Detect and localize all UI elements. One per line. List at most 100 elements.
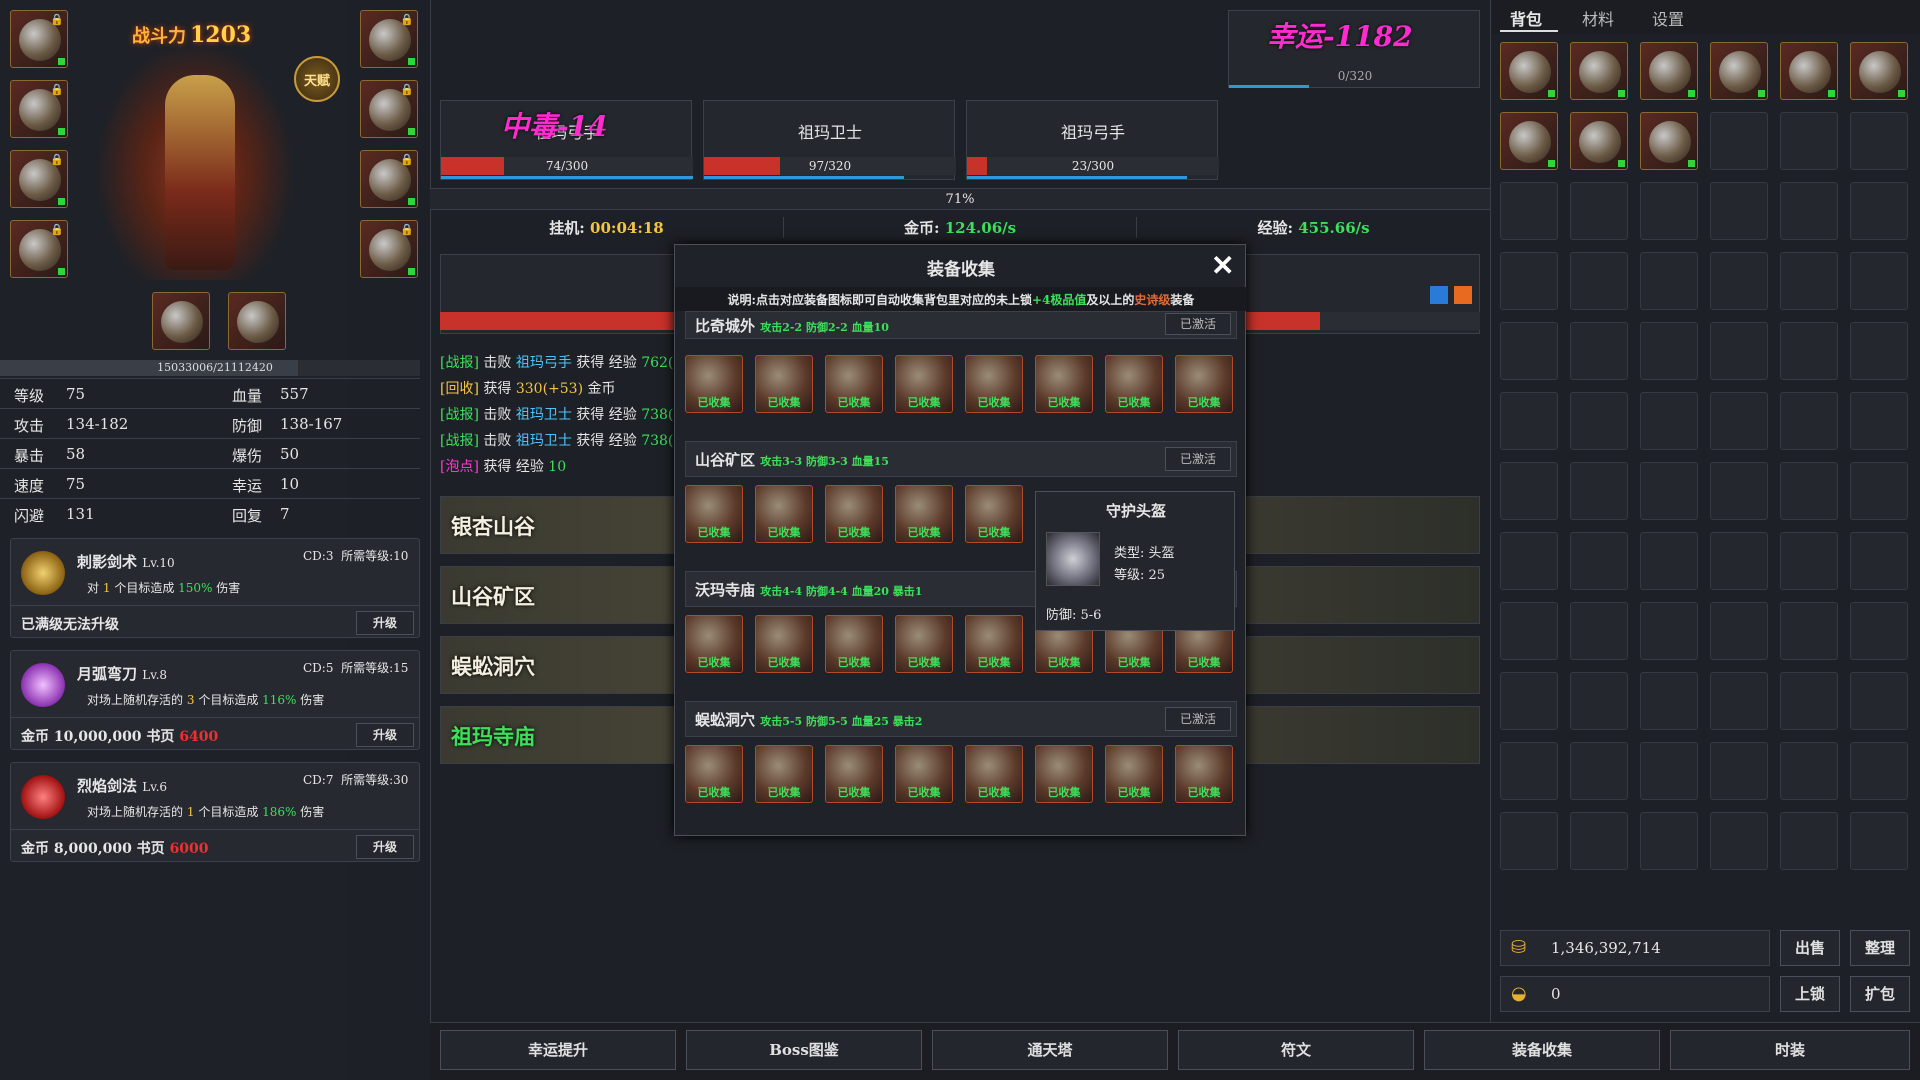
inventory-slot[interactable] [1850, 112, 1908, 170]
inventory-slot[interactable] [1500, 532, 1558, 590]
boss-card[interactable]: 幸运-1182 0/320 [1228, 10, 1480, 88]
inventory-slot[interactable] [1570, 112, 1628, 170]
inventory-slot[interactable] [1640, 42, 1698, 100]
skill-upgrade-button[interactable]: 升级 [356, 835, 414, 859]
inventory-slot[interactable] [1850, 742, 1908, 800]
inventory-slot[interactable] [1500, 812, 1558, 870]
inventory-slot[interactable] [1710, 42, 1768, 100]
collect-item[interactable]: 已收集 [1035, 355, 1093, 413]
skill-upgrade-button[interactable]: 升级 [356, 611, 414, 635]
inventory-slot[interactable] [1640, 252, 1698, 310]
inventory-slot[interactable] [1500, 462, 1558, 520]
expand-button[interactable]: 扩包 [1850, 976, 1910, 1012]
buff-icon[interactable] [1430, 286, 1448, 304]
inventory-slot[interactable] [1850, 532, 1908, 590]
nav-collection-button[interactable]: 装备收集 [1424, 1030, 1660, 1070]
inventory-slot[interactable] [1570, 322, 1628, 380]
inventory-slot[interactable] [1780, 742, 1838, 800]
collect-item[interactable]: 已收集 [685, 615, 743, 673]
collect-item[interactable]: 已收集 [965, 485, 1023, 543]
inventory-slot[interactable] [1500, 602, 1558, 660]
inventory-slot[interactable] [1780, 112, 1838, 170]
collect-item[interactable]: 已收集 [1035, 745, 1093, 803]
inventory-slot[interactable] [1780, 602, 1838, 660]
inventory-slot[interactable] [1500, 742, 1558, 800]
inventory-slot[interactable] [1780, 392, 1838, 450]
inventory-slot[interactable] [1780, 462, 1838, 520]
inventory-slot[interactable] [1640, 322, 1698, 380]
collect-item[interactable]: 已收集 [965, 745, 1023, 803]
collect-item[interactable]: 已收集 [965, 355, 1023, 413]
collect-item[interactable]: 已收集 [895, 485, 953, 543]
equip-necklace-slot[interactable]: 🔒 [360, 80, 418, 138]
inventory-slot[interactable] [1780, 532, 1838, 590]
equip-armor-slot[interactable]: 🔒 [10, 80, 68, 138]
inventory-slot[interactable] [1710, 532, 1768, 590]
inventory-slot[interactable] [1640, 392, 1698, 450]
inventory-slot[interactable] [1850, 672, 1908, 730]
inventory-slot[interactable] [1850, 392, 1908, 450]
inventory-slot[interactable] [1850, 42, 1908, 100]
inventory-slot[interactable] [1710, 462, 1768, 520]
inventory-slot[interactable] [1780, 322, 1838, 380]
inventory-slot[interactable] [1500, 42, 1558, 100]
nav-boss-button[interactable]: Boss图鉴 [686, 1030, 922, 1070]
inventory-slot[interactable] [1710, 742, 1768, 800]
inventory-slot[interactable] [1710, 112, 1768, 170]
collect-item[interactable]: 已收集 [895, 615, 953, 673]
enemy-card[interactable]: 祖玛卫士 97/320 [703, 100, 955, 180]
inventory-slot[interactable] [1570, 532, 1628, 590]
inventory-slot[interactable] [1850, 812, 1908, 870]
inventory-slot[interactable] [1850, 252, 1908, 310]
section-state-button[interactable]: 已激活 [1165, 447, 1231, 471]
collect-item[interactable]: 已收集 [755, 615, 813, 673]
inventory-slot[interactable] [1570, 182, 1628, 240]
collect-item[interactable]: 已收集 [685, 485, 743, 543]
nav-rune-button[interactable]: 符文 [1178, 1030, 1414, 1070]
inventory-slot[interactable] [1710, 672, 1768, 730]
collect-item[interactable]: 已收集 [825, 615, 883, 673]
collect-item[interactable]: 已收集 [1175, 745, 1233, 803]
inventory-slot[interactable] [1640, 462, 1698, 520]
buff-icon[interactable] [1454, 286, 1472, 304]
equip-glove-slot[interactable]: 🔒 [10, 220, 68, 278]
collect-item[interactable]: 已收集 [825, 745, 883, 803]
enemy-card[interactable]: 祖玛弓手 23/300 [966, 100, 1218, 180]
inventory-slot[interactable] [1710, 812, 1768, 870]
inventory-slot[interactable] [1710, 602, 1768, 660]
inventory-slot[interactable] [1640, 812, 1698, 870]
collect-item[interactable]: 已收集 [825, 485, 883, 543]
collect-item[interactable]: 已收集 [895, 745, 953, 803]
collect-item[interactable]: 已收集 [685, 745, 743, 803]
lock-button[interactable]: 上锁 [1780, 976, 1840, 1012]
inventory-slot[interactable] [1570, 602, 1628, 660]
equip-weapon-slot[interactable]: 🔒 [10, 10, 68, 68]
nav-fashion-button[interactable]: 时装 [1670, 1030, 1910, 1070]
equip-helmet-slot[interactable]: 🔒 [360, 10, 418, 68]
collect-item[interactable]: 已收集 [685, 355, 743, 413]
inventory-slot[interactable] [1780, 252, 1838, 310]
collect-item[interactable]: 已收集 [1175, 355, 1233, 413]
enemy-card[interactable]: 祖玛弓手 中毒-14 74/300 [440, 100, 692, 180]
inventory-slot[interactable] [1570, 672, 1628, 730]
inventory-slot[interactable] [1570, 462, 1628, 520]
inventory-slot[interactable] [1850, 602, 1908, 660]
inventory-slot[interactable] [1710, 252, 1768, 310]
inventory-slot[interactable] [1570, 252, 1628, 310]
inventory-slot[interactable] [1710, 392, 1768, 450]
inventory-slot[interactable] [1780, 42, 1838, 100]
equip-boots-slot[interactable]: 🔒 [360, 220, 418, 278]
collect-item[interactable]: 已收集 [755, 355, 813, 413]
section-state-button[interactable]: 已激活 [1165, 313, 1231, 335]
section-state-button[interactable]: 已激活 [1165, 707, 1231, 731]
inventory-slot[interactable] [1500, 672, 1558, 730]
equip-belt-slot[interactable]: 🔒 [360, 150, 418, 208]
inventory-slot[interactable] [1640, 182, 1698, 240]
tab-backpack[interactable]: 背包 [1510, 6, 1542, 30]
inventory-slot[interactable] [1640, 112, 1698, 170]
inventory-slot[interactable] [1710, 322, 1768, 380]
inventory-slot[interactable] [1500, 112, 1558, 170]
collect-item[interactable]: 已收集 [965, 615, 1023, 673]
inventory-slot[interactable] [1570, 42, 1628, 100]
inventory-slot[interactable] [1780, 182, 1838, 240]
